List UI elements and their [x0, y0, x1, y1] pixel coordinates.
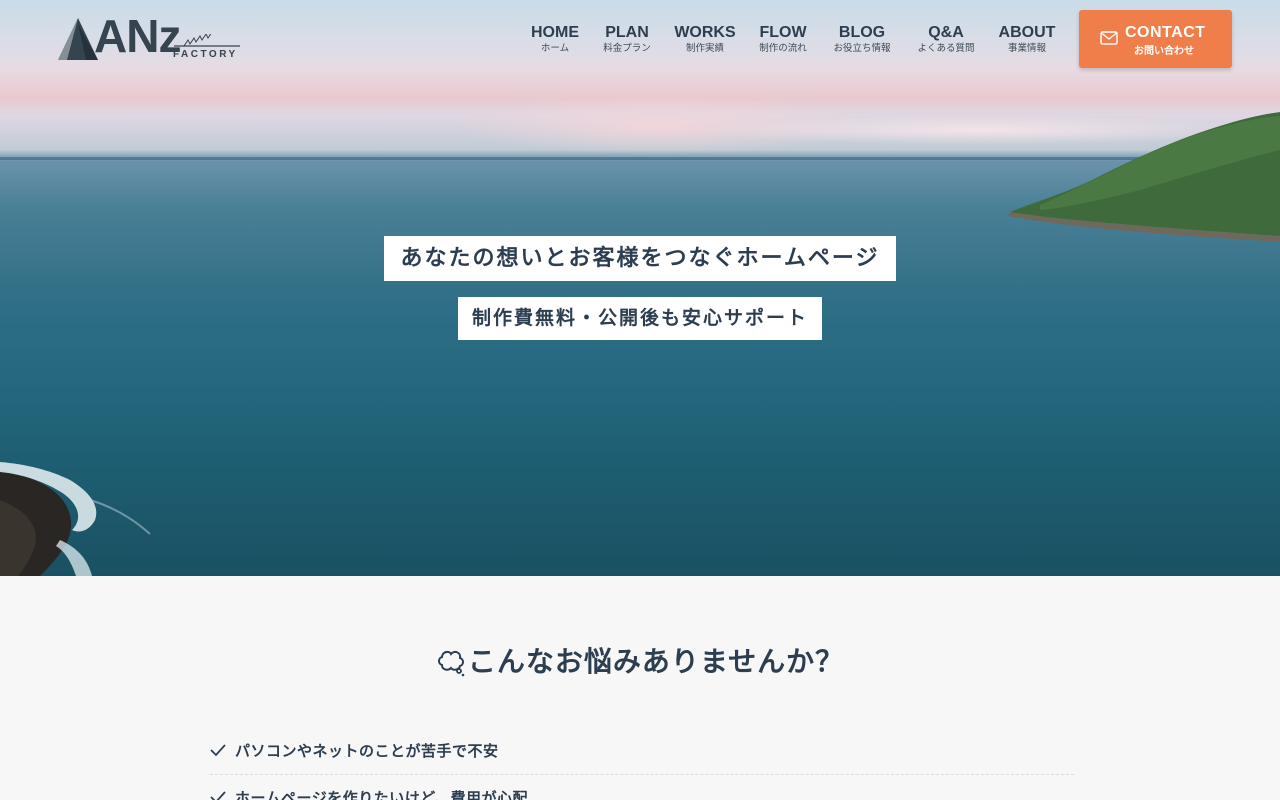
contact-label: CONTACT — [1125, 24, 1206, 41]
nav-item-sublabel: よくある質問 — [917, 43, 975, 54]
concerns-title: こんなお悩みありませんか？ — [467, 645, 845, 678]
nav-item-label: WORKS — [674, 24, 736, 41]
check-icon — [210, 791, 226, 800]
nav-item-label: Q&A — [928, 24, 964, 41]
logo-text: ANz — [94, 10, 181, 62]
nav-item-works[interactable]: WORKS 制作実績 — [673, 22, 737, 55]
contact-button[interactable]: CONTACT お問い合わせ — [1079, 10, 1232, 68]
logo-wave-icon — [174, 34, 240, 47]
site-logo[interactable]: ANz FACTORY — [56, 10, 246, 64]
nav-item-label: BLOG — [838, 24, 886, 41]
nav-item-label: HOME — [531, 24, 579, 41]
nav-item-plan[interactable]: PLAN 料金プラン — [598, 22, 656, 55]
nav-item-label: ABOUT — [998, 24, 1056, 41]
nav-item-blog[interactable]: BLOG お役立ち情報 — [829, 22, 895, 55]
list-item-label: パソコンやネットのことが苦手で不安 — [235, 742, 499, 760]
mail-icon — [1100, 31, 1118, 45]
list-item-label: ホームページを作りたいけど、費用が心配 — [235, 789, 529, 800]
nav-item-sublabel: 料金プラン — [603, 43, 651, 54]
list-item: ホームページを作りたいけど、費用が心配 — [210, 775, 1074, 800]
concerns-list: パソコンやネットのことが苦手で不安 ホームページを作りたいけど、費用が心配 — [210, 728, 1074, 800]
nav-item-qa[interactable]: Q&A よくある質問 — [913, 22, 979, 55]
nav-item-sublabel: 制作実績 — [685, 43, 724, 54]
hero-section: あなたの想いとお客様をつなぐホームページ 制作費無料・公開後も安心サポート — [0, 0, 1280, 576]
hero-subtitle: 制作費無料・公開後も安心サポート — [458, 297, 822, 340]
logo-subtext: FACTORY — [173, 49, 238, 60]
nav-item-sublabel: お役立ち情報 — [833, 43, 891, 54]
nav-item-sublabel: 事業情報 — [1007, 43, 1046, 54]
nav-item-label: PLAN — [605, 24, 649, 41]
concerns-heading: こんなお悩みありませんか？ — [0, 640, 1280, 680]
check-icon — [210, 744, 226, 757]
nav-item-about[interactable]: ABOUT 事業情報 — [995, 22, 1059, 55]
hero-landscape — [0, 112, 1280, 576]
contact-sublabel: お問い合わせ — [1134, 46, 1194, 57]
nav-item-label: FLOW — [759, 24, 807, 41]
nav-item-sublabel: ホーム — [540, 43, 570, 54]
nav-item-home[interactable]: HOME ホーム — [527, 22, 583, 55]
list-item: パソコンやネットのことが苦手で不安 — [210, 728, 1074, 775]
nav-item-sublabel: 制作の流れ — [759, 43, 807, 54]
thought-bubble-icon — [437, 650, 465, 677]
nav-item-flow[interactable]: FLOW 制作の流れ — [754, 22, 812, 55]
hero-title: あなたの想いとお客様をつなぐホームページ — [384, 236, 896, 281]
